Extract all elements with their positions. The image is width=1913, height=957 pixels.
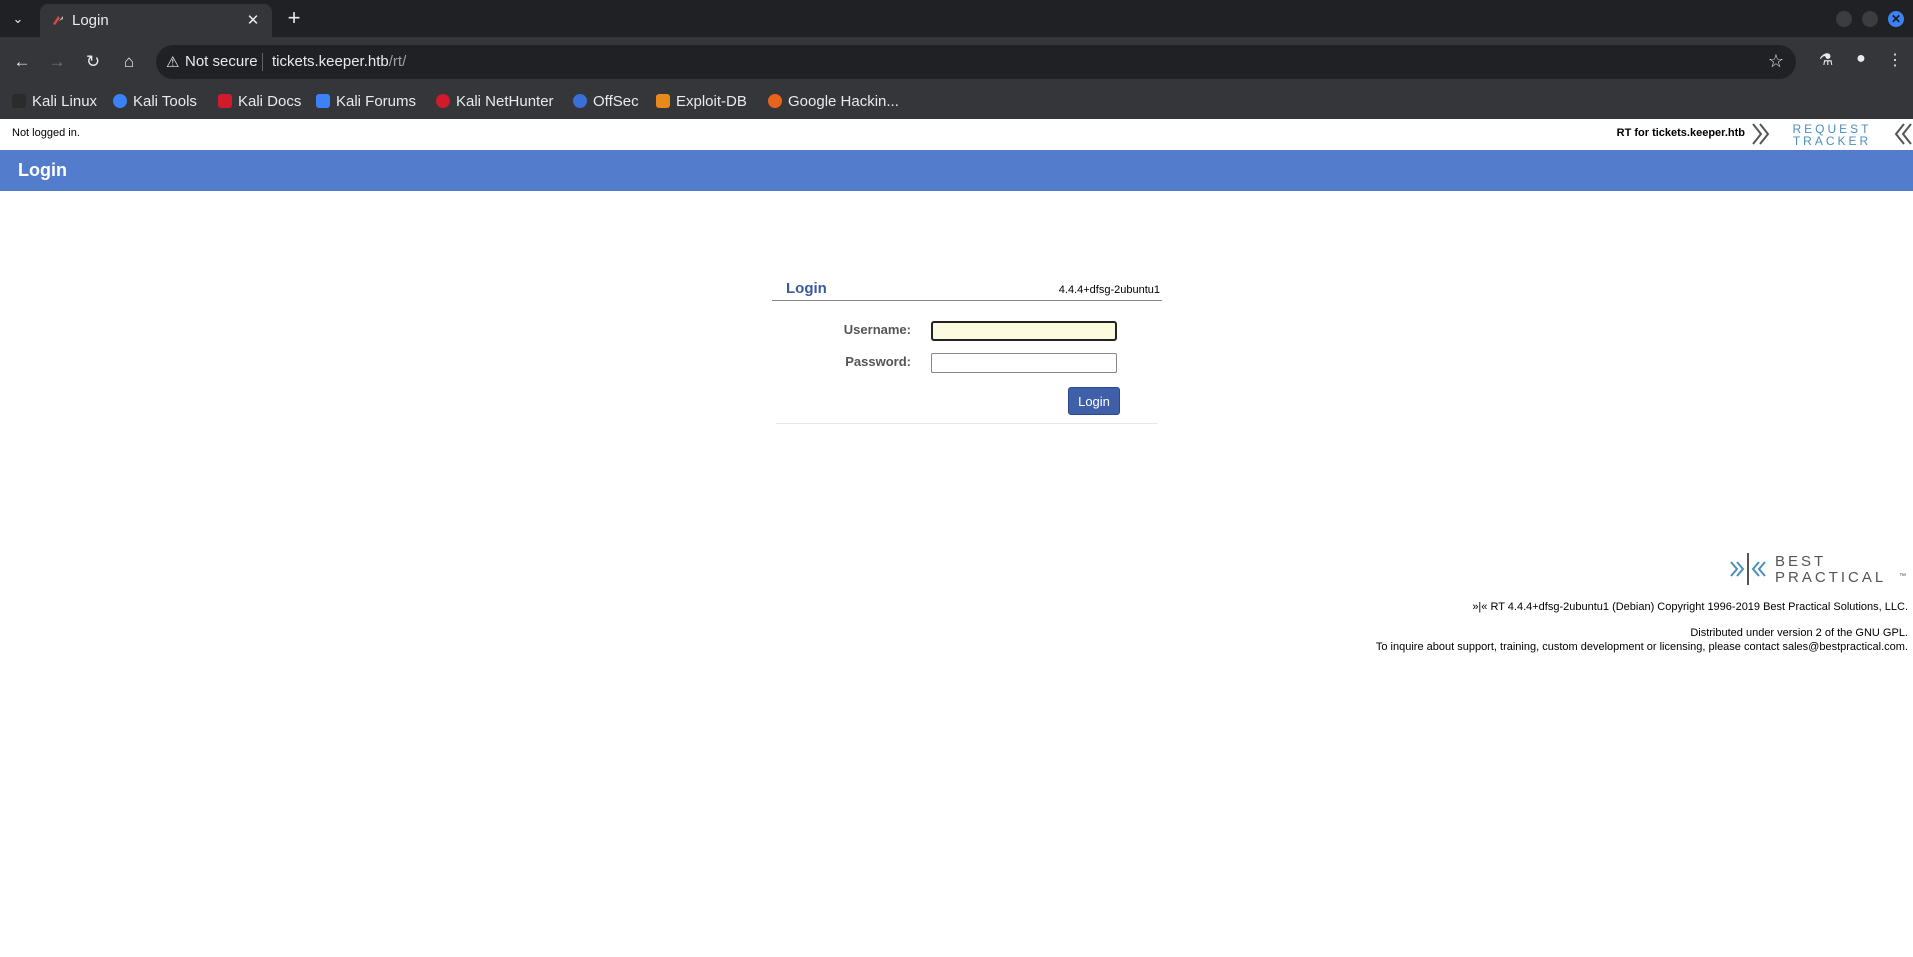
not-secure-label[interactable]: Not secure	[185, 53, 258, 70]
menu-kebab-icon[interactable]: ⋮	[1884, 50, 1906, 70]
tab-list-chevron-icon[interactable]: ⌄	[6, 8, 30, 30]
logo-tracker-text: TRACKER	[1793, 134, 1871, 148]
bookmark-label: Kali Forums	[336, 93, 417, 110]
bookmark-label: Kali Docs	[238, 93, 302, 110]
bookmark-label: Exploit-DB	[676, 93, 747, 110]
tab-title: Login	[72, 12, 109, 29]
url-path: /rt/	[388, 53, 407, 70]
bookmark-star-icon[interactable]: ☆	[1768, 51, 1784, 72]
login-box-title: Login	[786, 280, 827, 297]
browser-tab-bar: ⌄ Login ✕ + ✕	[0, 0, 1913, 37]
login-form: Login 4.4.4+dfsg-2ubuntu1 Username: Pass…	[772, 279, 1162, 544]
home-icon[interactable]: ⌂	[118, 51, 140, 73]
username-field[interactable]	[931, 321, 1117, 341]
new-tab-button[interactable]: +	[282, 6, 306, 30]
back-arrow-icon[interactable]: ←	[11, 51, 33, 73]
offsec-icon	[573, 94, 587, 108]
bookmarks-bar: Kali Linux Kali Tools Kali Docs Kali For…	[0, 87, 1913, 119]
password-field[interactable]	[931, 353, 1117, 373]
username-label: Username:	[843, 322, 911, 337]
footer-license: Distributed under version 2 of the GNU G…	[1690, 627, 1908, 639]
page-content: Not logged in. RT for tickets.keeper.htb…	[0, 119, 1913, 957]
browser-toolbar: ← → ↻ ⌂ ⚠ Not secure tickets.keeper.htb/…	[0, 37, 1913, 87]
rt-favicon-icon	[53, 16, 63, 25]
footer-copyright: »|« RT 4.4.4+dfsg-2ubuntu1 (Debian) Copy…	[1472, 601, 1908, 613]
kali-forums-icon	[316, 94, 330, 108]
password-label: Password:	[845, 354, 911, 369]
profile-avatar-icon[interactable]: ●	[1850, 50, 1872, 68]
address-bar[interactable]: ⚠ Not secure tickets.keeper.htb/rt/ ☆	[156, 45, 1796, 79]
kali-linux-icon	[12, 94, 26, 108]
bookmark-kali-linux[interactable]: Kali Linux	[12, 93, 97, 110]
bookmark-offsec[interactable]: OffSec	[573, 93, 639, 110]
warning-triangle-icon[interactable]: ⚠	[166, 53, 179, 71]
browser-tab-login[interactable]: Login ✕	[40, 4, 272, 37]
bookmark-kali-forums[interactable]: Kali Forums	[316, 93, 416, 110]
bookmark-label: Kali Tools	[133, 93, 197, 110]
bookmark-label: Kali Linux	[32, 93, 98, 110]
bookmark-kali-docs[interactable]: Kali Docs	[218, 93, 301, 110]
bookmark-kali-nethunter[interactable]: Kali NetHunter	[436, 93, 554, 110]
logo-practical-text: PRACTICAL	[1775, 569, 1886, 586]
labs-flask-icon[interactable]: ⚗	[1815, 50, 1837, 70]
bookmark-kali-tools[interactable]: Kali Tools	[113, 93, 197, 110]
rt-top-bar: Not logged in. RT for tickets.keeper.htb…	[0, 119, 1913, 150]
rt-version: 4.4.4+dfsg-2ubuntu1	[1058, 284, 1160, 296]
reload-icon[interactable]: ↻	[82, 51, 104, 73]
login-button[interactable]: Login	[1068, 387, 1120, 415]
rt-instance-name: RT for tickets.keeper.htb	[1616, 127, 1745, 139]
request-tracker-logo[interactable]: REQUEST TRACKER	[1751, 120, 1913, 148]
logo-best-text: BEST	[1775, 553, 1826, 570]
login-box-title-rule	[772, 300, 1162, 301]
login-status: Not logged in.	[12, 127, 80, 139]
url-host: tickets.keeper.htb	[272, 53, 389, 70]
bookmark-label: Google Hackin...	[788, 93, 899, 110]
tab-close-icon[interactable]: ✕	[244, 11, 262, 29]
close-icon: ✕	[1890, 12, 1902, 26]
bookmark-label: OffSec	[593, 93, 639, 110]
exploit-db-icon	[656, 94, 670, 108]
footer-contact: To inquire about support, training, cust…	[1375, 641, 1908, 653]
kali-tools-icon	[113, 94, 127, 108]
bookmark-google-hacking[interactable]: Google Hackin...	[768, 93, 899, 110]
bookmark-exploit-db[interactable]: Exploit-DB	[656, 93, 747, 110]
login-box-bottom-rule	[776, 423, 1158, 424]
logo-trademark: ™	[1899, 573, 1906, 580]
url-text[interactable]: tickets.keeper.htb/rt/	[272, 53, 406, 70]
forward-arrow-icon[interactable]: →	[46, 51, 68, 73]
page-title: Login	[18, 160, 67, 180]
kali-docs-icon	[218, 94, 232, 108]
page-header: Login	[0, 150, 1913, 191]
maximize-window-button[interactable]	[1862, 11, 1878, 27]
google-hacking-icon	[768, 94, 782, 108]
minimize-window-button[interactable]	[1836, 11, 1852, 27]
kali-nethunter-icon	[436, 94, 450, 108]
bookmark-label: Kali NetHunter	[456, 93, 554, 110]
best-practical-logo[interactable]: BEST PRACTICAL ™	[1727, 550, 1907, 588]
close-window-button[interactable]: ✕	[1888, 11, 1904, 27]
address-bar-divider	[262, 53, 263, 71]
